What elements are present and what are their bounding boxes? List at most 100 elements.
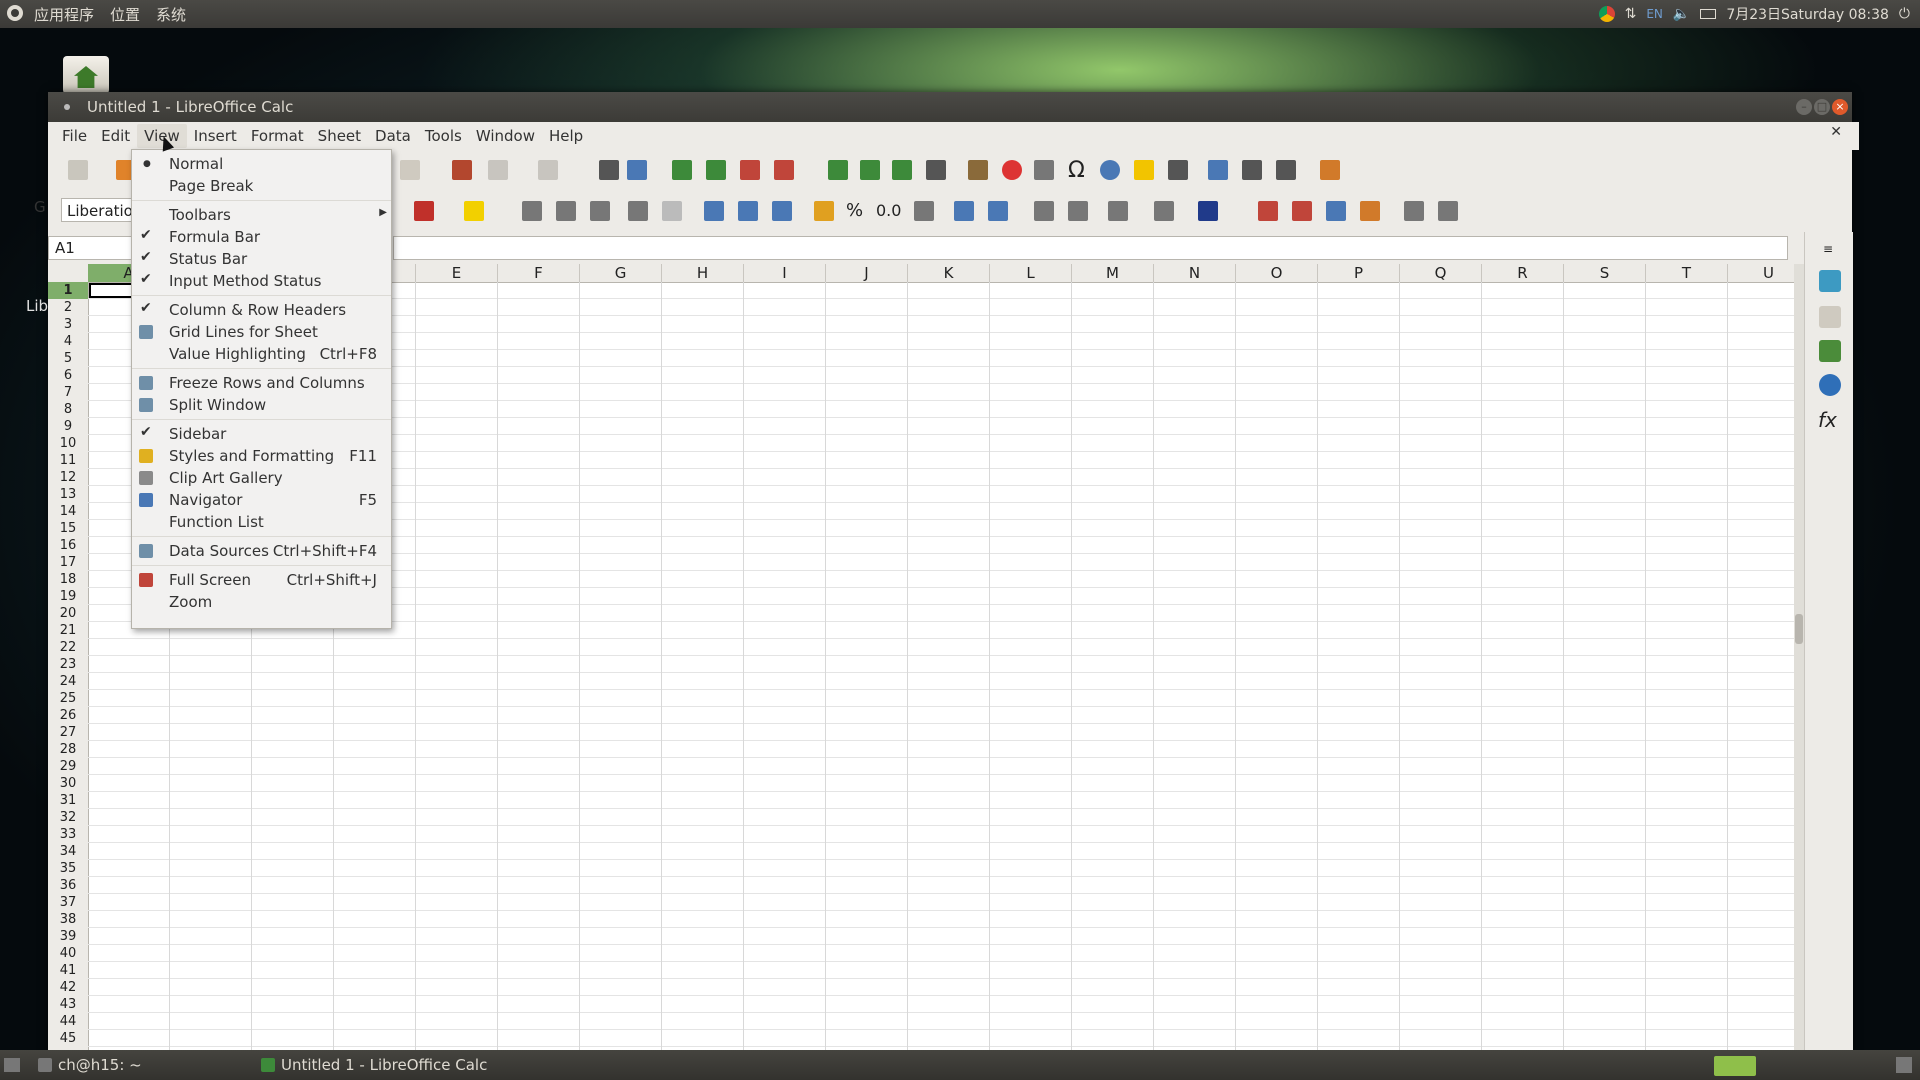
sidebar-menu-icon[interactable]: ≡ bbox=[1823, 242, 1833, 256]
new-document-icon[interactable] bbox=[68, 160, 88, 180]
delete-column-icon[interactable] bbox=[774, 160, 794, 180]
view-menu-item-data-sources[interactable]: Data Sources Ctrl+Shift+F4 bbox=[132, 540, 391, 562]
column-header-f[interactable]: F bbox=[498, 264, 580, 282]
row-header[interactable]: 26 bbox=[48, 707, 88, 724]
row-header[interactable]: 12 bbox=[48, 469, 88, 486]
borders-icon[interactable] bbox=[1108, 201, 1128, 221]
number-format-button[interactable]: 0.0 bbox=[876, 201, 901, 220]
view-menu-item-full-screen[interactable]: Full Screen Ctrl+Shift+J bbox=[132, 569, 391, 591]
window-titlebar[interactable]: Untitled 1 - LibreOffice Calc – □ × bbox=[48, 92, 1852, 122]
color-scale-icon[interactable] bbox=[1292, 201, 1312, 221]
gallery-icon[interactable] bbox=[1819, 340, 1841, 362]
column-header-q[interactable]: Q bbox=[1400, 264, 1482, 282]
trash-icon[interactable] bbox=[1896, 1057, 1912, 1073]
view-menu-item-freeze-rows-and-columns[interactable]: Freeze Rows and Columns bbox=[132, 372, 391, 394]
view-menu-item-column-row-headers[interactable]: ✔ Column & Row Headers bbox=[132, 299, 391, 321]
row-header[interactable]: 18 bbox=[48, 571, 88, 588]
panel-menu-applications[interactable]: 应用程序 bbox=[34, 4, 94, 25]
sort-icon[interactable] bbox=[828, 160, 848, 180]
ubuntu-logo-icon[interactable] bbox=[7, 5, 23, 21]
clone-formatting-icon[interactable] bbox=[452, 160, 472, 180]
view-menu-item-grid-lines-for-sheet[interactable]: Grid Lines for Sheet bbox=[132, 321, 391, 343]
row-header[interactable]: 23 bbox=[48, 656, 88, 673]
find-replace-icon[interactable] bbox=[599, 160, 619, 180]
view-menu-item-styles-and-formatting[interactable]: Styles and Formatting F11 bbox=[132, 445, 391, 467]
row-header[interactable]: 15 bbox=[48, 520, 88, 537]
row-header[interactable]: 29 bbox=[48, 758, 88, 775]
column-header-j[interactable]: J bbox=[826, 264, 908, 282]
row-header[interactable]: 35 bbox=[48, 860, 88, 877]
wrap-text-icon[interactable] bbox=[628, 201, 648, 221]
row-header[interactable]: 30 bbox=[48, 775, 88, 792]
sort-descending-icon[interactable] bbox=[892, 160, 912, 180]
menu-format[interactable]: Format bbox=[244, 124, 311, 148]
delete-row-icon[interactable] bbox=[740, 160, 760, 180]
align-bottom-icon[interactable] bbox=[772, 201, 792, 221]
comment-icon[interactable] bbox=[1134, 160, 1154, 180]
row-header[interactable]: 25 bbox=[48, 690, 88, 707]
view-menu-item-sidebar[interactable]: ✔ Sidebar bbox=[132, 423, 391, 445]
panel-menu-places[interactable]: 位置 bbox=[110, 4, 140, 25]
column-header-r[interactable]: R bbox=[1482, 264, 1564, 282]
row-header[interactable]: 14 bbox=[48, 503, 88, 520]
row-header[interactable]: 22 bbox=[48, 639, 88, 656]
font-color-icon[interactable] bbox=[414, 201, 434, 221]
row-header[interactable]: 3 bbox=[48, 316, 88, 333]
center-vertically-icon[interactable] bbox=[738, 201, 758, 221]
battery-icon[interactable] bbox=[1700, 9, 1717, 19]
column-header-g[interactable]: G bbox=[580, 264, 662, 282]
close-icon[interactable]: × bbox=[1832, 99, 1848, 115]
row-header[interactable]: 44 bbox=[48, 1013, 88, 1030]
border-style-icon[interactable] bbox=[1154, 201, 1174, 221]
image-icon[interactable] bbox=[968, 160, 988, 180]
row-header[interactable]: 2 bbox=[48, 299, 88, 316]
view-menu-item-normal[interactable]: ● Normal bbox=[132, 153, 391, 175]
properties-icon[interactable] bbox=[1819, 270, 1841, 292]
define-print-area-icon[interactable] bbox=[1208, 160, 1228, 180]
row-header[interactable]: 31 bbox=[48, 792, 88, 809]
row-header[interactable]: 33 bbox=[48, 826, 88, 843]
icon-set-icon[interactable] bbox=[1360, 201, 1380, 221]
formula-input[interactable] bbox=[393, 236, 1788, 260]
data-bar-icon[interactable] bbox=[1326, 201, 1346, 221]
currency-format-icon[interactable] bbox=[814, 201, 834, 221]
column-header-t[interactable]: T bbox=[1646, 264, 1728, 282]
align-top-icon[interactable] bbox=[704, 201, 724, 221]
view-menu-item-split-window[interactable]: Split Window bbox=[132, 394, 391, 416]
view-menu-item-zoom[interactable]: Zoom bbox=[132, 591, 391, 613]
row-header[interactable]: 28 bbox=[48, 741, 88, 758]
row-header[interactable]: 39 bbox=[48, 928, 88, 945]
styles-icon[interactable] bbox=[1819, 306, 1841, 328]
date-format-icon[interactable] bbox=[914, 201, 934, 221]
language-indicator[interactable]: EN bbox=[1646, 7, 1663, 21]
redo-icon[interactable] bbox=[538, 160, 558, 180]
row-header[interactable]: 32 bbox=[48, 809, 88, 826]
percent-format-button[interactable]: % bbox=[846, 200, 863, 221]
column-icon[interactable] bbox=[706, 160, 726, 180]
row-header[interactable]: 45 bbox=[48, 1030, 88, 1047]
row-header[interactable]: 21 bbox=[48, 622, 88, 639]
border-color-icon[interactable] bbox=[1198, 201, 1218, 221]
row-header[interactable]: 41 bbox=[48, 962, 88, 979]
row-header[interactable]: 16 bbox=[48, 537, 88, 554]
network-icon[interactable]: ⇅ bbox=[1625, 6, 1637, 22]
align-left-icon[interactable] bbox=[522, 201, 542, 221]
task-calc[interactable]: Untitled 1 - LibreOffice Calc bbox=[261, 1056, 487, 1074]
sidebar-toggle-icon[interactable] bbox=[1404, 201, 1424, 221]
view-menu-item-page-break[interactable]: Page Break bbox=[132, 175, 391, 197]
column-header-u[interactable]: U bbox=[1728, 264, 1794, 282]
row-header[interactable]: 7 bbox=[48, 384, 88, 401]
add-decimal-icon[interactable] bbox=[954, 201, 974, 221]
show-draw-functions-icon[interactable] bbox=[1320, 160, 1340, 180]
row-header[interactable]: 24 bbox=[48, 673, 88, 690]
show-desktop-icon[interactable] bbox=[4, 1058, 20, 1072]
view-menu-item-navigator[interactable]: Navigator F5 bbox=[132, 489, 391, 511]
clock[interactable]: 7月23日Saturday 08:38 bbox=[1726, 4, 1889, 24]
row-header[interactable]: 34 bbox=[48, 843, 88, 860]
row-icon[interactable] bbox=[672, 160, 692, 180]
split-window-icon[interactable] bbox=[1276, 160, 1296, 180]
chart-icon[interactable] bbox=[1002, 160, 1022, 180]
freeze-icon[interactable] bbox=[1242, 160, 1262, 180]
navigator-icon[interactable] bbox=[1819, 374, 1841, 396]
workspace-switcher[interactable] bbox=[1714, 1056, 1756, 1076]
